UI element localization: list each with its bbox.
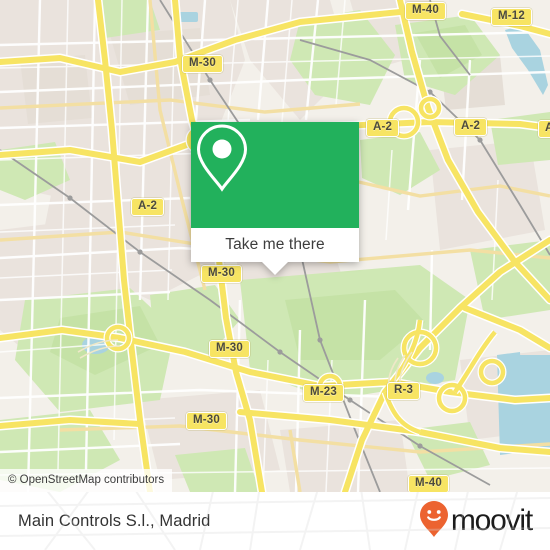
take-me-there-label: Take me there [225, 236, 325, 253]
road-shield: A-2 [366, 119, 400, 137]
road-shield: M-40 [408, 475, 450, 492]
road-shield: M-30 [182, 55, 224, 73]
road-shield: M-30 [209, 340, 251, 358]
footer-bar: Main Controls S.l., Madrid moovit [0, 492, 550, 550]
moovit-pin-smile-icon [419, 500, 449, 543]
popup-card-header [191, 122, 359, 228]
road-shield: M-30 [186, 412, 228, 430]
moovit-logo[interactable]: moovit [419, 500, 533, 543]
road-shield: A-2 [538, 120, 550, 138]
take-me-there-button[interactable]: Take me there [191, 228, 359, 275]
page-title: Main Controls S.l., Madrid [18, 511, 211, 530]
road-shield: A-2 [454, 118, 488, 136]
road-shield: M-23 [303, 384, 345, 402]
road-shield: R-3 [387, 382, 421, 400]
road-shield: M-30 [201, 265, 243, 283]
map-screenshot: M-40 M-12 M-30 A-2 A-2 A-2 A-2 M-30 M-30 M-23 R-3 M… [0, 0, 550, 550]
popup-pointer-tail [262, 262, 288, 275]
map-canvas[interactable]: M-40 M-12 M-30 A-2 A-2 A-2 A-2 M-30 M-30 M-23 R-3 M… [0, 0, 550, 492]
osm-attribution: © OpenStreetMap contributors [0, 469, 173, 492]
location-popup-card[interactable]: Take me there [191, 122, 359, 275]
moovit-wordmark: moovit [450, 504, 533, 537]
road-shield: M-12 [491, 8, 533, 26]
road-shield: M-40 [405, 2, 447, 20]
road-shield: A-2 [131, 198, 165, 216]
